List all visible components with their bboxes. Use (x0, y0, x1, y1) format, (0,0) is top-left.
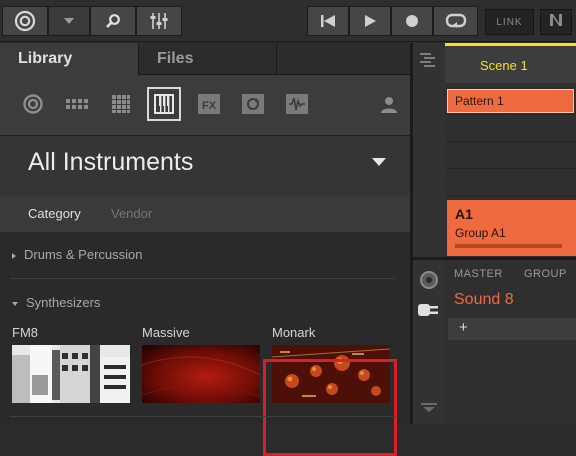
mixer-button[interactable] (136, 6, 182, 36)
group-level-bar (455, 244, 562, 248)
results-list: Drums & Percussion Synthesizers FM8 Mass… (0, 232, 410, 456)
grid-line (445, 168, 576, 169)
skip-back-button[interactable] (307, 6, 349, 36)
sound-side-strip (413, 260, 445, 424)
play-button[interactable] (349, 6, 391, 36)
add-sound-button[interactable]: + (448, 318, 576, 340)
divider (10, 416, 395, 417)
tile-label-fm8: FM8 (12, 325, 38, 340)
svg-text:FX: FX (202, 100, 217, 112)
list-view-icon[interactable] (420, 53, 436, 72)
tab-bar-filler (276, 43, 410, 75)
sound-list-panel: MASTER GROUP Sound 8 + (445, 260, 576, 424)
tab-group[interactable]: GROUP (524, 268, 567, 280)
loop-icon[interactable] (240, 91, 266, 117)
chevron-right-icon (12, 252, 16, 259)
sound-icon[interactable] (108, 91, 134, 117)
tile-thumbnail-fm8[interactable] (12, 345, 130, 403)
group-drums-percussion[interactable]: Drums & Percussion (12, 247, 142, 262)
header-title: All Instruments (28, 148, 194, 176)
one-shot-icon[interactable] (284, 91, 310, 117)
dropdown-arrow-icon (63, 17, 75, 25)
loop-icon (445, 13, 467, 29)
tab-master[interactable]: MASTER (454, 268, 503, 280)
group-label: Synthesizers (26, 295, 101, 310)
group-icon[interactable] (64, 91, 90, 117)
ni-logo-icon (548, 12, 564, 33)
top-toolbar: LINK (0, 0, 576, 42)
tab-files[interactable]: Files (138, 43, 276, 75)
grid-line (445, 141, 576, 142)
tile-thumbnail-massive[interactable] (142, 345, 260, 403)
file-type-selector: FX (0, 75, 410, 135)
plus-icon: + (459, 319, 468, 336)
tab-library[interactable]: Library (0, 43, 138, 75)
instrument-icon (154, 94, 174, 119)
browser-tab-bar: Library Files (0, 43, 410, 75)
user-icon[interactable] (376, 91, 402, 117)
grid-line (445, 195, 576, 196)
link-button[interactable]: LINK (485, 9, 534, 35)
scroll-down-icon[interactable] (421, 400, 437, 418)
arranger-side-strip (413, 43, 445, 257)
group-slot-name: A1 (455, 206, 473, 222)
selection-highlight-monark (263, 359, 397, 456)
effect-icon[interactable]: FX (196, 91, 222, 117)
group-label: Drums & Percussion (24, 247, 143, 262)
play-icon (363, 14, 377, 28)
chevron-down-icon (12, 301, 18, 306)
master-knob-icon[interactable] (419, 270, 439, 295)
content-type-header[interactable]: All Instruments (0, 135, 410, 197)
search-button[interactable] (90, 6, 136, 36)
group-synthesizers[interactable]: Synthesizers (12, 295, 100, 310)
tile-label-massive: Massive (142, 325, 190, 340)
maschine-logo-icon (14, 10, 36, 32)
maschine-logo-button[interactable] (2, 6, 48, 36)
tile-label-monark: Monark (272, 325, 316, 340)
grid-line (445, 114, 576, 115)
group-slot-label: Group A1 (455, 226, 506, 240)
plug-icon[interactable] (418, 301, 440, 324)
mixer-icon (149, 12, 169, 30)
category-filter[interactable]: Category (28, 206, 81, 221)
skip-back-icon (320, 14, 336, 28)
chevron-down-icon[interactable] (372, 158, 386, 166)
browser-panel: Library Files FX All Instruments Categor… (0, 43, 410, 456)
pattern-clip[interactable]: Pattern 1 (447, 89, 574, 113)
divider (10, 278, 395, 279)
sound-name[interactable]: Sound 8 (454, 291, 514, 309)
vendor-filter[interactable]: Vendor (111, 206, 152, 221)
group-slot-a1[interactable]: A1 Group A1 (447, 200, 576, 256)
filter-bar: Category Vendor (0, 196, 410, 232)
menu-dropdown-button[interactable] (48, 6, 90, 36)
record-icon (405, 14, 419, 28)
arranger-ideas-view: Scene 1 Pattern 1 A1 Group A1 (445, 43, 576, 257)
pattern-label: Pattern 1 (455, 94, 504, 108)
project-icon[interactable] (20, 91, 46, 117)
ni-logo[interactable] (540, 9, 572, 35)
record-button[interactable] (391, 6, 433, 36)
scene-header[interactable]: Scene 1 (445, 43, 576, 83)
loop-button[interactable] (433, 6, 478, 36)
instrument-filter-selected[interactable] (147, 87, 181, 121)
search-icon (105, 13, 121, 29)
scene-label: Scene 1 (480, 58, 528, 73)
